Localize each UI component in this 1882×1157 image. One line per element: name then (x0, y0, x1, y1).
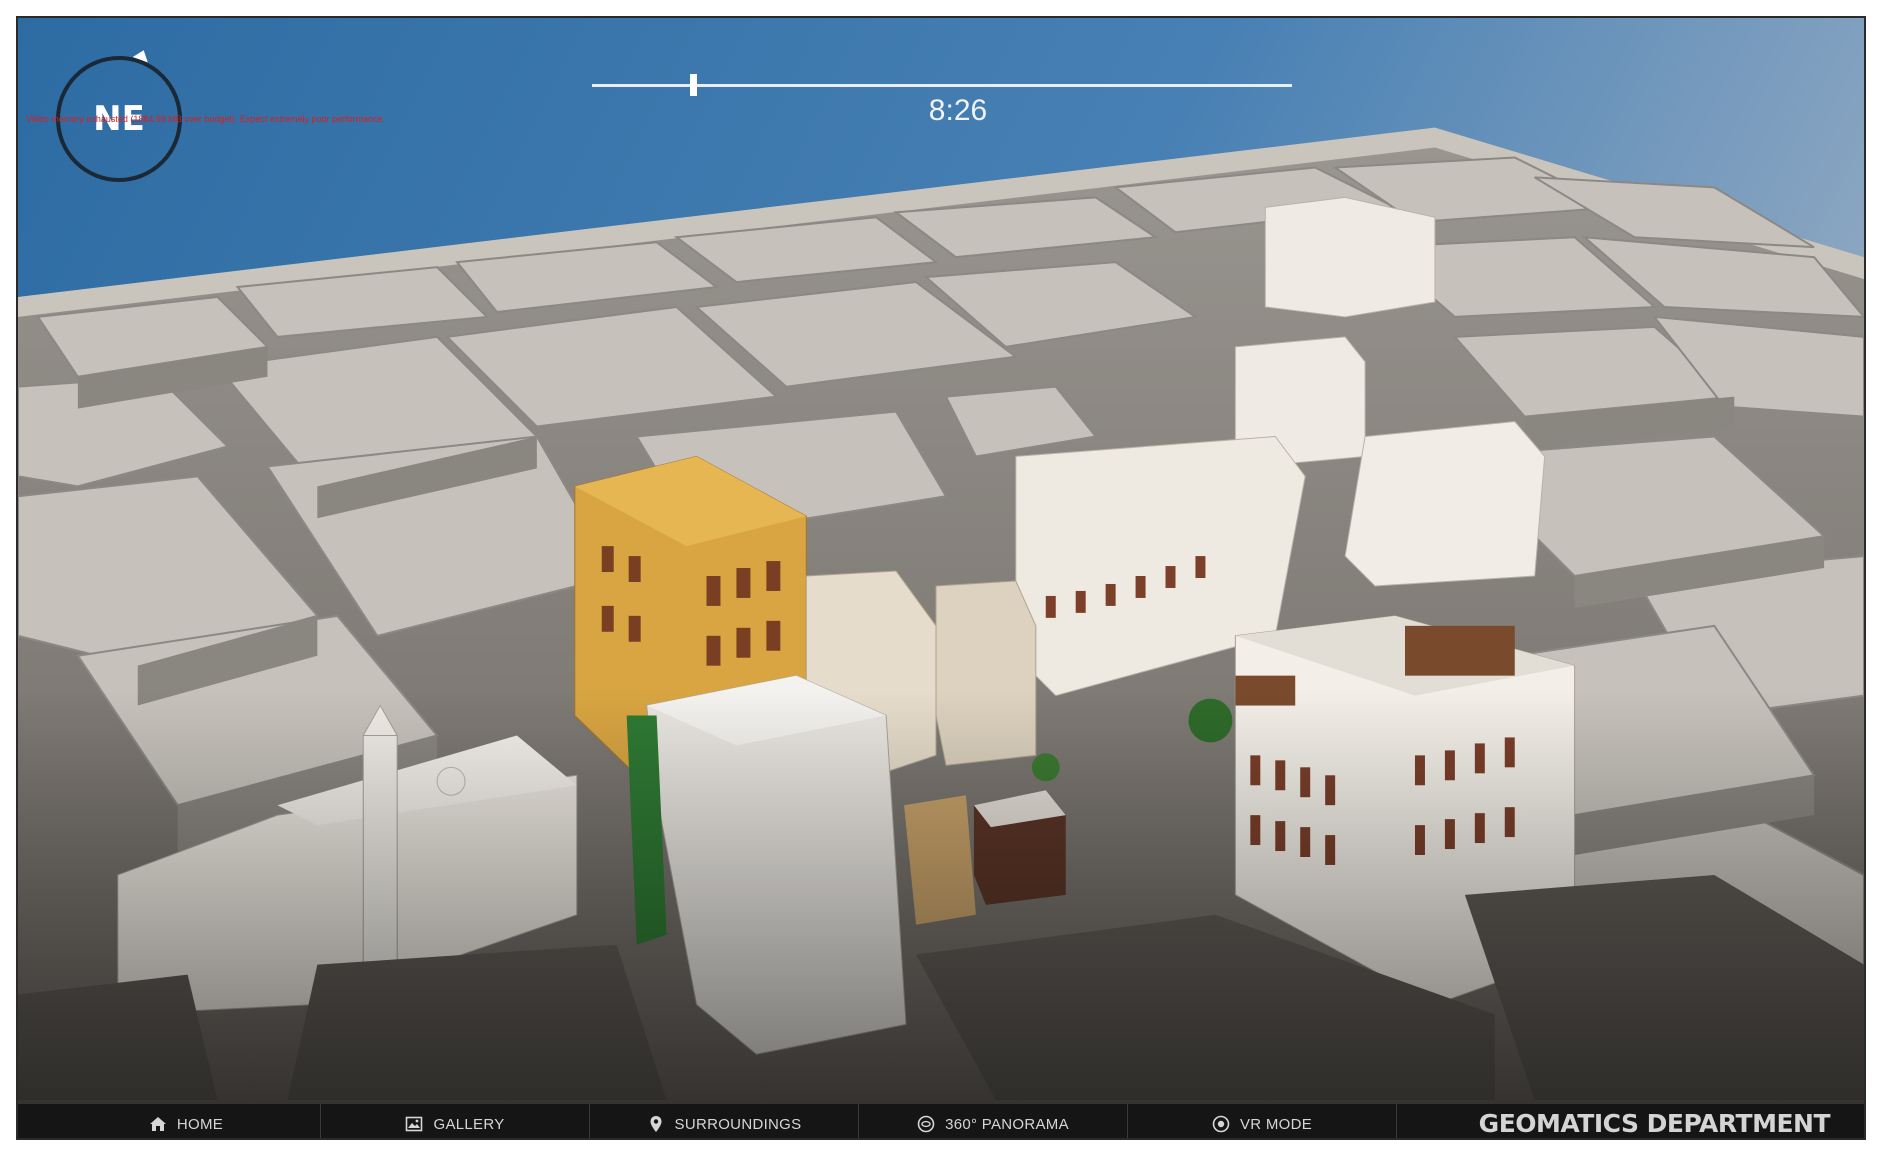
nav-vr-mode-label: VR MODE (1239, 1115, 1313, 1133)
home-icon (149, 1115, 167, 1133)
map-pin-icon (647, 1115, 665, 1133)
time-label: 8:26 (928, 94, 988, 127)
nav-panorama-button[interactable]: 360° PANORAMA (859, 1104, 1128, 1138)
slider-track[interactable] (592, 84, 1292, 87)
vr-icon (1212, 1115, 1230, 1133)
time-of-day-slider[interactable] (592, 60, 1292, 96)
image-icon (405, 1115, 423, 1133)
bottom-nav-bar: HOME GALLERY SURROUNDINGS 360° PANORAMA … (18, 1104, 1864, 1138)
viewport-frame: NE Video memory exhausted (1884.99 MB ov… (16, 16, 1866, 1140)
slider-thumb[interactable] (690, 74, 697, 96)
nav-surroundings-button[interactable]: SURROUNDINGS (590, 1104, 859, 1138)
nav-surroundings-label: SURROUNDINGS (674, 1115, 802, 1133)
panorama-icon (917, 1115, 935, 1133)
nav-panorama-label: 360° PANORAMA (945, 1115, 1069, 1133)
nav-vr-mode-button[interactable]: VR MODE (1128, 1104, 1397, 1138)
nav-gallery-button[interactable]: GALLERY (321, 1104, 590, 1138)
brand-logo: GEOMATICS DEPARTMENT (1478, 1108, 1831, 1138)
performance-warning: Video memory exhausted (1884.99 MB over … (26, 114, 386, 124)
nav-home-label: HOME (176, 1115, 224, 1133)
nav-gallery-label: GALLERY (433, 1115, 505, 1133)
city-3d-scene[interactable] (18, 18, 1864, 1138)
nav-home-button[interactable]: HOME (52, 1104, 321, 1138)
